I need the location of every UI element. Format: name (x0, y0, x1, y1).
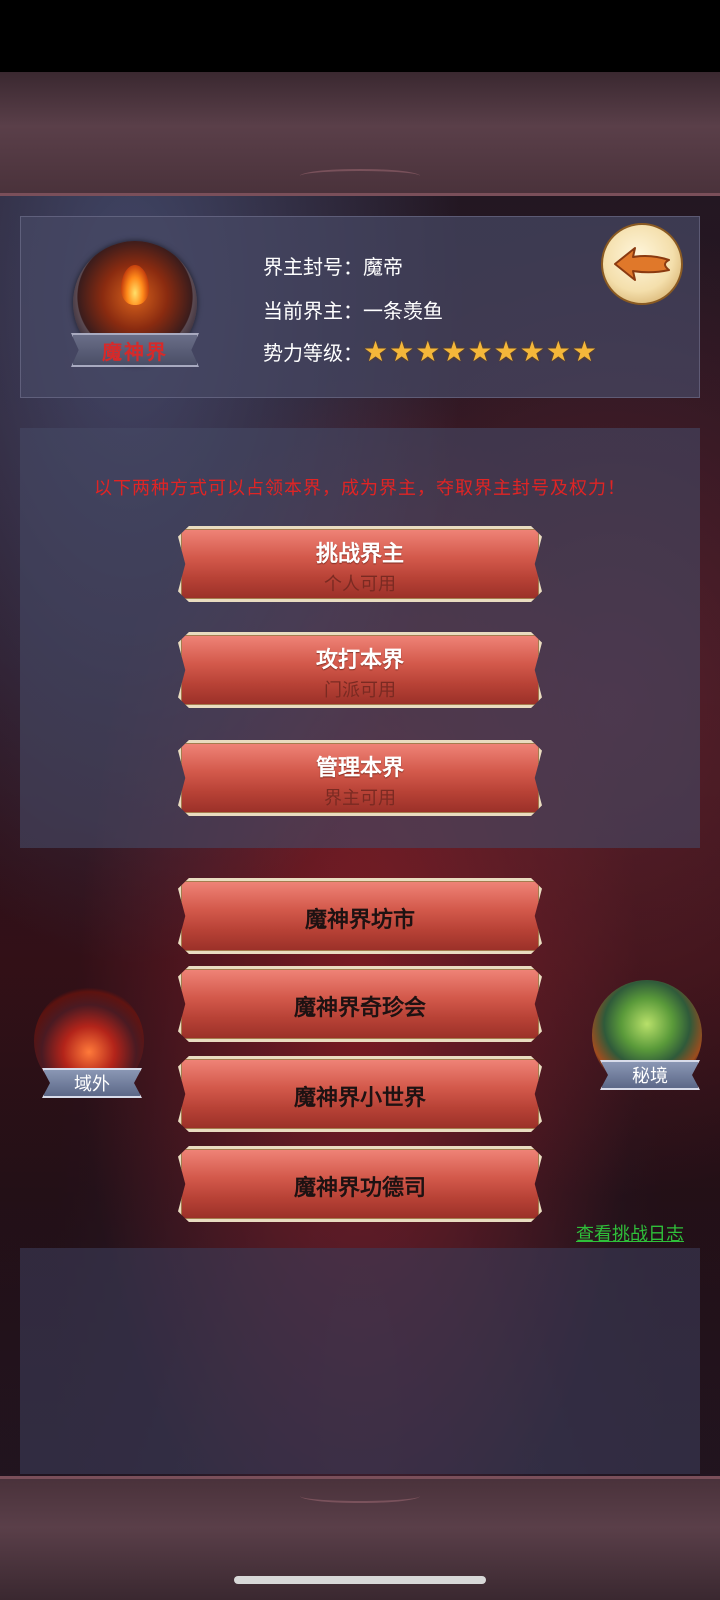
star-icon: ★ (389, 334, 415, 368)
realm-merit-button[interactable]: 魔神界功德司 (178, 1146, 542, 1222)
back-arrow-icon (614, 247, 670, 281)
star-icon: ★ (415, 334, 441, 368)
star-icon: ★ (441, 334, 467, 368)
back-button[interactable] (601, 223, 683, 305)
realm-info-panel: 魔神界 界主封号： 魔帝 当前界主： 一条羡鱼 势力等级： ★ ★ ★ ★ ★ ★ ★ ★ ★ (20, 216, 700, 398)
attack-realm-button[interactable]: 攻打本界 门派可用 (178, 632, 542, 708)
frame-ornament (300, 169, 420, 183)
level-row: 势力等级： ★ ★ ★ ★ ★ ★ ★ ★ ★ (263, 337, 597, 366)
home-indicator[interactable] (234, 1576, 486, 1584)
title-label: 界主封号： (263, 255, 363, 279)
manage-realm-button[interactable]: 管理本界 界主可用 (178, 740, 542, 816)
button-subtitle: 门派可用 (324, 680, 396, 701)
level-label: 势力等级： (263, 341, 363, 365)
status-bar (0, 0, 720, 72)
star-icon: ★ (519, 334, 545, 368)
emblem-name: 魔神界 (102, 339, 168, 364)
button-subtitle: 个人可用 (324, 574, 396, 595)
title-row: 界主封号： 魔帝 (263, 251, 403, 280)
frame-ornament (300, 1489, 420, 1503)
notice-text: 以下两种方式可以占领本界，成为界主，夺取界主封号及权力！ (94, 478, 626, 499)
button-title: 魔神界功德司 (293, 1176, 426, 1201)
realm-market-button[interactable]: 魔神界坊市 (178, 878, 542, 954)
emblem-banner: 魔神界 (71, 333, 199, 367)
button-title: 魔神界坊市 (304, 908, 415, 933)
secret-realm-label: 秘境 (632, 1066, 668, 1087)
challenge-lord-button[interactable]: 挑战界主 个人可用 (178, 526, 542, 602)
button-title: 管理本界 (315, 756, 404, 781)
challenge-log-link[interactable]: 查看挑战日志 (576, 1220, 684, 1246)
realm-treasure-button[interactable]: 魔神界奇珍会 (178, 966, 542, 1042)
lord-label: 当前界主： (263, 299, 363, 323)
lord-row: 当前界主： 一条羡鱼 (263, 295, 443, 324)
button-title: 挑战界主 (315, 542, 404, 567)
title-value: 魔帝 (363, 255, 403, 279)
portal-label: 秘境 (600, 1060, 700, 1090)
star-icon: ★ (493, 334, 519, 368)
level-stars: ★ ★ ★ ★ ★ ★ ★ ★ ★ (363, 334, 597, 368)
star-icon: ★ (545, 334, 571, 368)
star-icon: ★ (467, 334, 493, 368)
button-title: 魔神界奇珍会 (293, 996, 426, 1021)
outer-realm-portal[interactable]: 域外 (24, 986, 154, 1116)
portal-label: 域外 (42, 1068, 142, 1098)
lord-value: 一条羡鱼 (363, 299, 443, 323)
star-icon: ★ (363, 334, 389, 368)
flame-icon (121, 265, 149, 305)
bottom-panel (20, 1248, 700, 1474)
button-subtitle: 界主可用 (324, 788, 396, 809)
top-frame (0, 72, 720, 196)
realm-emblem: 魔神界 (65, 241, 205, 381)
realm-small-world-button[interactable]: 魔神界小世界 (178, 1056, 542, 1132)
star-icon: ★ (571, 334, 597, 368)
secret-realm-portal[interactable]: 秘境 (582, 980, 712, 1110)
button-title: 攻打本界 (315, 648, 404, 673)
button-title: 魔神界小世界 (293, 1086, 426, 1111)
outer-realm-label: 域外 (74, 1074, 110, 1095)
